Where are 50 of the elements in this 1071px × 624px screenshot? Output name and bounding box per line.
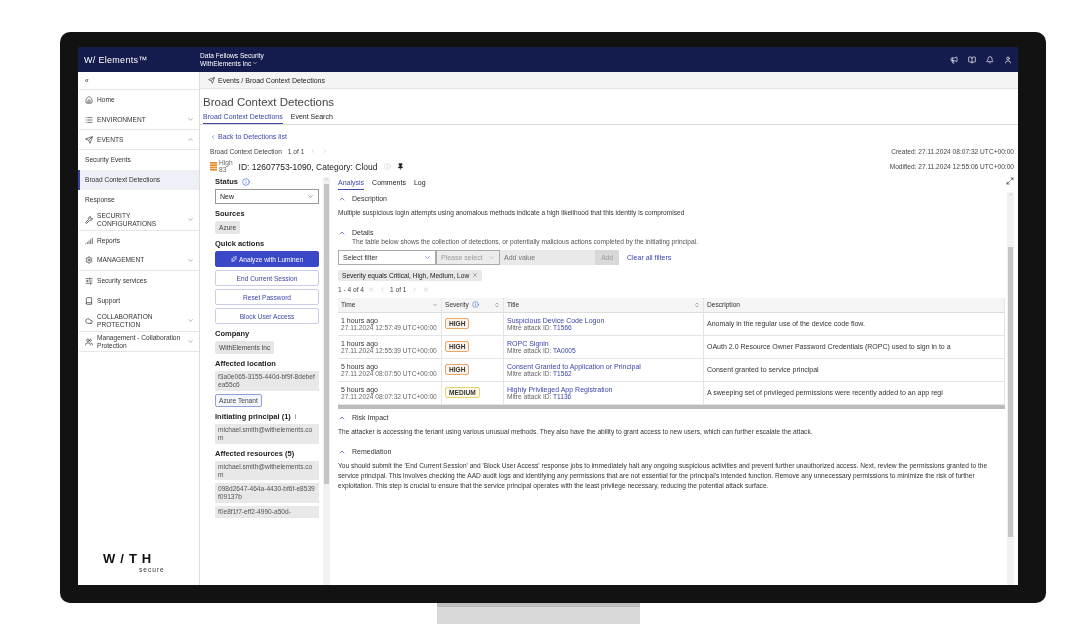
- sort-icon: [694, 301, 700, 308]
- user-icon[interactable]: [1004, 55, 1012, 64]
- detection-heading: ID: 12607753-1090, Category: Cloud: [238, 161, 378, 172]
- chevron-left-icon: [210, 133, 216, 140]
- sparkle-icon: [230, 256, 237, 262]
- next-icon[interactable]: [322, 148, 329, 154]
- app-logo: W/ Elements™: [83, 54, 149, 65]
- chevron-down-icon: [187, 116, 194, 123]
- chevron-down-icon: [187, 256, 194, 264]
- wrench-icon: [85, 215, 93, 224]
- next-page-icon[interactable]: [410, 285, 418, 293]
- sliders-icon: [85, 276, 93, 285]
- house-icon: [85, 96, 93, 104]
- expand-icon[interactable]: [1006, 177, 1014, 185]
- first-page-icon[interactable]: [368, 285, 376, 293]
- close-icon[interactable]: [472, 272, 479, 279]
- megaphone-icon[interactable]: [950, 55, 958, 64]
- chevron-down-icon: [187, 216, 194, 224]
- scroll-up-icon: [1008, 192, 1013, 197]
- list-icon: [85, 115, 93, 124]
- pin-icon[interactable]: [396, 163, 404, 170]
- last-page-icon[interactable]: [421, 285, 429, 293]
- scroll-up-icon: [324, 177, 329, 182]
- page-title: Broad Context Detections: [202, 95, 336, 108]
- paper-plane-icon: [208, 76, 215, 84]
- people-icon: [85, 337, 93, 346]
- chevron-down-icon: [187, 317, 194, 325]
- chevron-down-icon: [187, 338, 194, 346]
- previous-page-icon[interactable]: [379, 285, 387, 293]
- severity-bars-icon: [210, 162, 217, 171]
- scrollbar-thumb[interactable]: [1008, 247, 1013, 537]
- cloud-icon: [85, 316, 93, 325]
- scrollbar-thumb[interactable]: [324, 184, 329, 484]
- sort-icon: [494, 301, 500, 308]
- brand-logo: W/TH: [103, 551, 157, 566]
- help-book-icon[interactable]: [968, 55, 976, 64]
- bell-icon[interactable]: [986, 55, 994, 64]
- chevron-down-icon: [432, 301, 438, 308]
- chevron-down-icon: [252, 60, 259, 67]
- chevron-up-icon: [338, 195, 346, 203]
- chevron-down-icon: [488, 253, 495, 261]
- chevron-up-icon: [187, 136, 194, 143]
- paper-plane-icon: [85, 135, 93, 144]
- info-icon: [383, 163, 391, 170]
- previous-icon[interactable]: [310, 148, 317, 154]
- chevron-down-icon: [424, 253, 431, 261]
- bar-chart-icon: [85, 236, 93, 245]
- book-icon: [85, 296, 93, 305]
- chevron-down-icon: [307, 193, 314, 200]
- gear-icon: [85, 256, 93, 265]
